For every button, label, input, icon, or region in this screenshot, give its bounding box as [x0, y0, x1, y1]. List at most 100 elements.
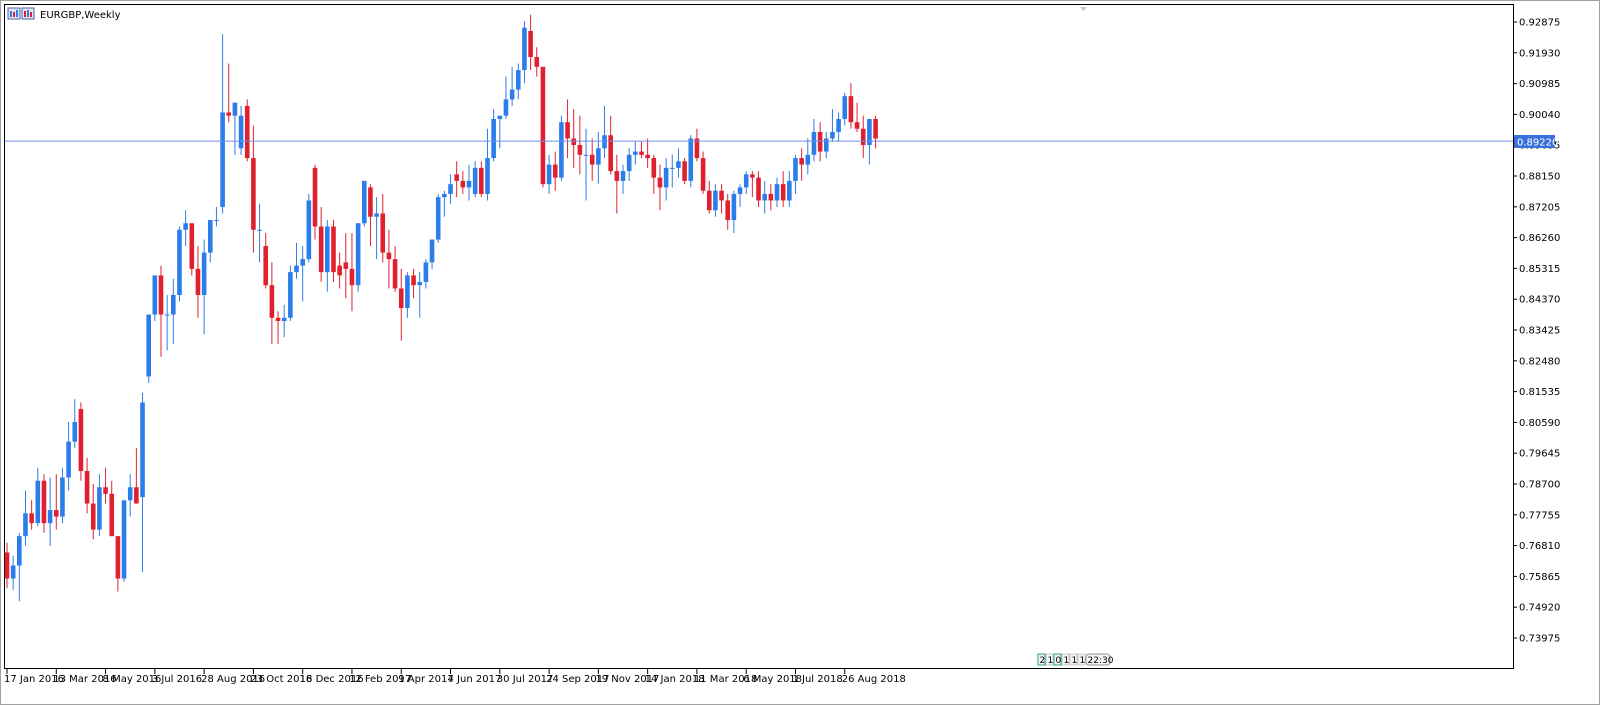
candle-body [177, 229, 182, 295]
candle-body [571, 138, 577, 146]
candle [682, 158, 687, 185]
timer-digit: 1 [1080, 656, 1086, 666]
price-tick-label: 0.92875 [1519, 18, 1560, 29]
candlestick-chart[interactable]: 0.928750.919300.909850.900400.890950.881… [0, 0, 1600, 705]
candle-body [337, 265, 342, 276]
candle-body [750, 174, 755, 178]
candle-body [90, 503, 96, 530]
candle-body [269, 285, 275, 318]
candle-body [257, 229, 262, 231]
price-tick-label: 0.79645 [1519, 449, 1560, 460]
candle-body [158, 275, 164, 315]
price-tick-label: 0.81535 [1519, 387, 1560, 398]
candle-body [318, 226, 324, 273]
candle-body [207, 220, 213, 253]
candle-body [472, 167, 478, 194]
candle-body [645, 154, 650, 159]
candle-body [275, 317, 281, 322]
candle-body [842, 96, 848, 119]
candle-body [509, 89, 515, 100]
time-tick-label: 4 Jun 2017 [448, 674, 502, 685]
price-tick-label: 0.78700 [1519, 480, 1560, 491]
chart-title-text: EURGBP,Weekly [40, 10, 121, 21]
price-tick-label: 0.74920 [1519, 603, 1560, 614]
candle-body [479, 167, 484, 194]
candle-body [787, 180, 792, 201]
price-tick-label: 0.91930 [1519, 48, 1560, 59]
candle-body [589, 154, 595, 165]
candle-body [343, 262, 349, 269]
candle-body [823, 138, 829, 152]
current-price-badge: 0.89220 [1514, 135, 1558, 149]
candle-body [454, 174, 459, 181]
candle-body [614, 171, 620, 181]
candle-body [466, 180, 472, 188]
candle-body [97, 487, 102, 530]
candle [121, 500, 127, 582]
candle-body [238, 115, 244, 149]
candle-body [29, 513, 34, 524]
candle-body [23, 513, 28, 537]
time-tick-label: 1 Jul 2018 [792, 674, 842, 685]
candle-body [306, 200, 312, 260]
candle-body [220, 112, 225, 207]
candle [146, 314, 151, 383]
price-tick-label: 0.75865 [1519, 572, 1560, 583]
candle [244, 99, 250, 162]
candle-body [380, 213, 386, 253]
candle-body [146, 314, 151, 377]
time-tick-label: 9 Apr 2017 [398, 674, 453, 685]
candle-body [435, 197, 441, 240]
candle-body [164, 314, 170, 316]
candle-body [799, 158, 804, 165]
timer-digit: 1 [1072, 656, 1078, 666]
price-tick-label: 0.85315 [1519, 264, 1560, 275]
candle-body [405, 275, 410, 308]
candle-body [103, 487, 108, 494]
candle-body [688, 138, 694, 181]
candle [306, 193, 312, 263]
chart-title: EURGBP,Weekly [7, 7, 121, 21]
candle-body [195, 268, 201, 295]
candle-body [577, 145, 583, 155]
candle-body [873, 118, 878, 139]
candle-body [423, 262, 429, 282]
candle-body [189, 223, 195, 269]
candle-body [109, 493, 115, 537]
candle-body [706, 190, 712, 211]
price-tick-label: 0.88150 [1519, 172, 1560, 183]
candle-body [743, 174, 749, 188]
candle-body [460, 180, 466, 188]
timer-digit: 2 [1040, 656, 1046, 666]
candle-body [774, 184, 780, 201]
candle-body [78, 409, 84, 471]
bar-timer: 2 1 0 1 1 1 22:30 [1037, 653, 1114, 666]
candle-body [448, 184, 453, 194]
candle-body [700, 158, 706, 191]
price-tick-label: 0.86260 [1519, 233, 1560, 244]
candle-body [817, 132, 823, 152]
candle-body [534, 57, 540, 67]
candle-body [201, 252, 207, 295]
price-tick-label: 0.90040 [1519, 110, 1560, 121]
price-tick-label: 0.83425 [1519, 326, 1560, 337]
candle-body [171, 294, 176, 315]
candle-body [281, 317, 287, 322]
candle [177, 226, 182, 302]
candle-body [682, 161, 687, 181]
price-axis: 0.928750.919300.909850.900400.890950.881… [1513, 18, 1560, 645]
candle-body [355, 223, 361, 286]
candle-body [127, 487, 133, 501]
candle [559, 115, 564, 181]
candle-body [17, 536, 22, 566]
candle-body [805, 154, 811, 165]
candle-body [848, 96, 854, 123]
candle-body [226, 112, 232, 116]
candle [78, 402, 84, 481]
candle [189, 223, 195, 276]
candle-body [349, 268, 355, 286]
price-tick-label: 0.76810 [1519, 541, 1560, 552]
candle-body [663, 167, 669, 188]
candle-body [793, 158, 798, 181]
price-tick-label: 0.77755 [1519, 510, 1560, 521]
